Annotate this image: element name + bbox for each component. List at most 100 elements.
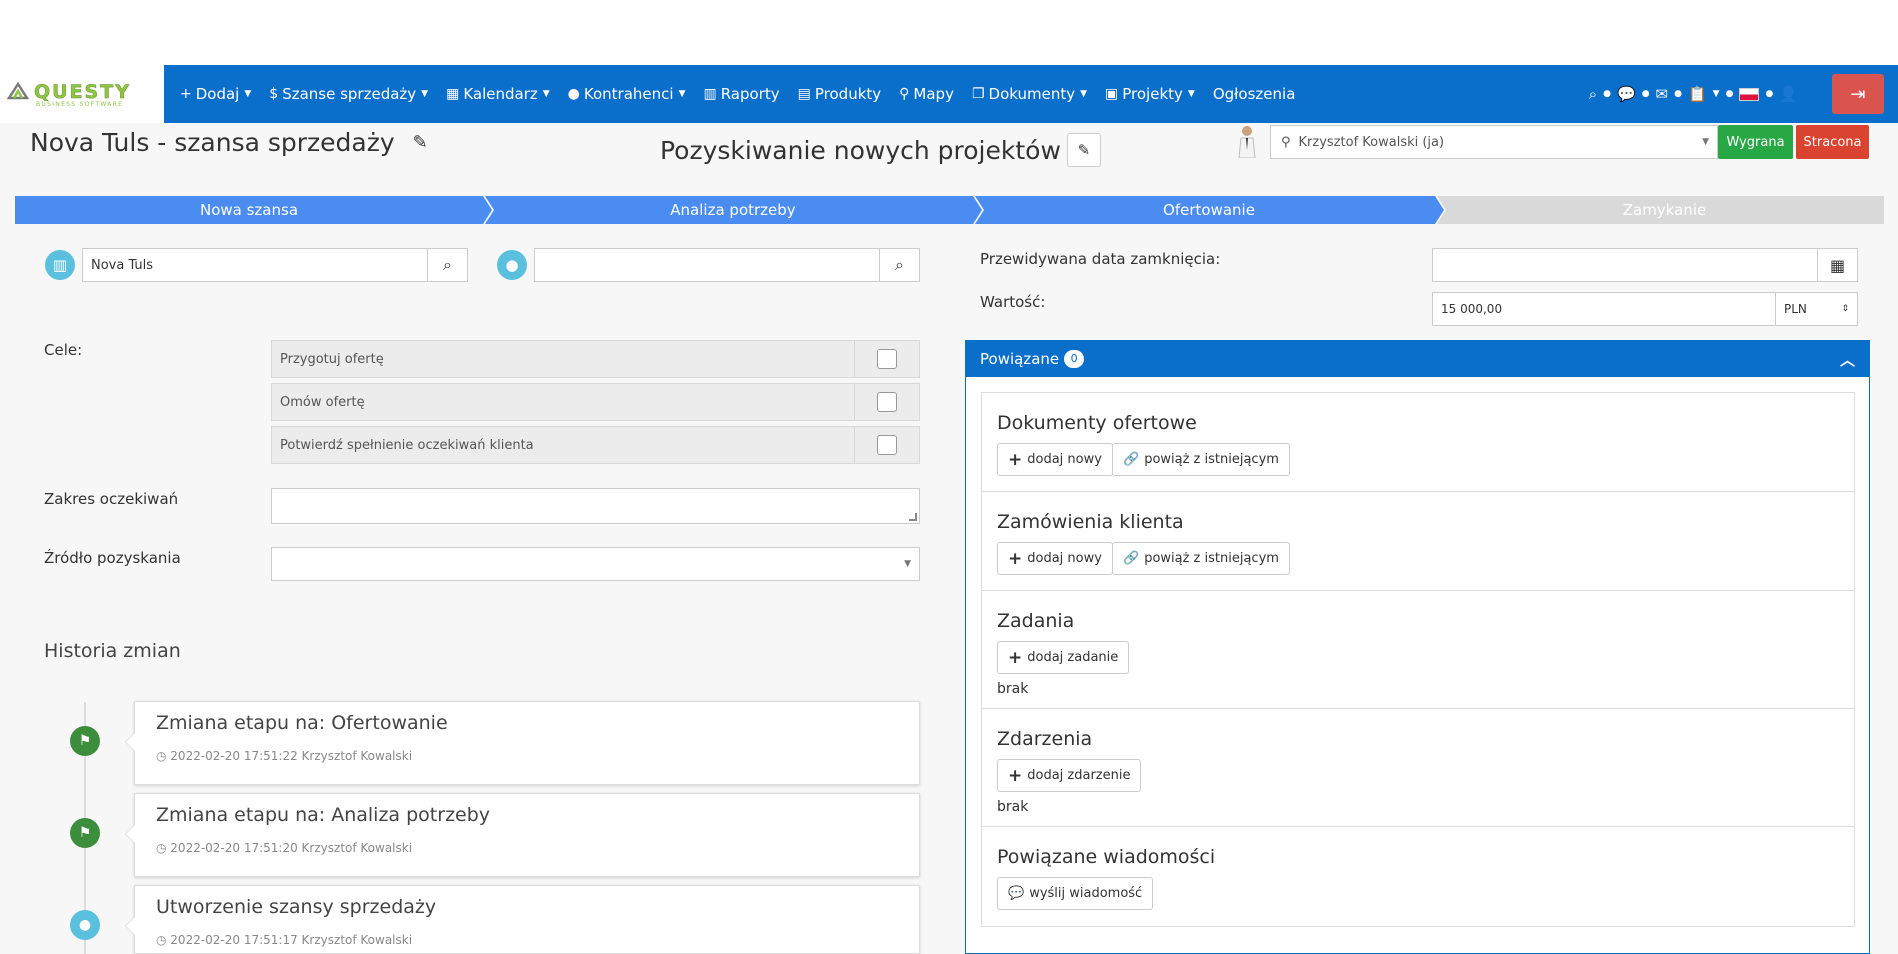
caret-down-icon[interactable]: ▼ [1713, 89, 1720, 99]
nav-item-label: Dodaj [195, 85, 240, 103]
plus-icon: + [1008, 548, 1023, 569]
nav-item-label: Kontrahenci [583, 85, 674, 103]
lost-button[interactable]: Stracona [1796, 125, 1869, 159]
owner-avatar [1238, 126, 1256, 158]
add-new-button[interactable]: + dodaj nowy [997, 443, 1113, 476]
goal-row: Przygotuj ofertę [271, 340, 920, 378]
related-section-customer-orders: Zamówienia klienta + dodaj nowy 🔗 powiąż z… [982, 492, 1854, 591]
value-group: 15 000,00 PLN ⇕ [1432, 292, 1858, 326]
edit-process-button[interactable]: ✎ [1066, 133, 1101, 167]
logo[interactable]: QUESTY BUSINESS SOFTWARE [0, 65, 164, 123]
logo-subtitle: BUSINESS SOFTWARE [36, 101, 124, 108]
goal-label: Potwierdź spełnienie oczekiwań klienta [280, 437, 534, 453]
add-task-button[interactable]: + dodaj zadanie [997, 641, 1130, 674]
stage-zamykanie[interactable]: Zamykanie [1445, 196, 1884, 224]
nav-item-dodaj[interactable]: + Dodaj ▼ [180, 85, 251, 103]
stage-progress: Nowa szansa Analiza potrzeby Ofertowanie… [15, 196, 1884, 224]
nav-item-dokumenty[interactable]: ❐ Dokumenty ▼ [972, 85, 1087, 103]
chevron-up-icon[interactable]: ︿ [1840, 349, 1855, 370]
goal-checkbox-wrap [854, 384, 919, 420]
logout-button[interactable]: ⇥ [1832, 74, 1884, 114]
goal-label: Omów ofertę [280, 394, 365, 410]
process-title-wrap: Pozyskiwanie nowych projektów ✎ [660, 133, 1101, 167]
add-event-button[interactable]: + dodaj zdarzenie [997, 759, 1142, 792]
goal-checkbox[interactable] [877, 392, 897, 412]
user-profile-icon[interactable]: 👤 [1779, 85, 1798, 103]
scope-label: Zakres oczekiwań [44, 490, 179, 508]
contact-input[interactable] [534, 248, 880, 282]
calendar-button[interactable]: ▦ [1818, 248, 1858, 282]
goal-checkbox-wrap [854, 341, 919, 377]
envelope-icon[interactable]: ✉ [1656, 85, 1669, 103]
related-panel-header[interactable]: Powiązane 0 ︿ [966, 341, 1869, 377]
goal-checkbox[interactable] [877, 349, 897, 369]
logo-text: QUESTY [34, 81, 131, 104]
history-entry: Zmiana etapu na: Analiza potrzeby ◷ 2022… [125, 793, 920, 877]
comments-icon: 💬 [1008, 886, 1025, 901]
clipboard-icon[interactable]: 📋 [1688, 85, 1707, 103]
related-panel: Powiązane 0 ︿ Dokumenty ofertowe + dodaj … [965, 340, 1870, 954]
contact-search-button[interactable]: ⌕ [880, 248, 920, 282]
button-label: powiąż z istniejącym [1144, 551, 1279, 566]
clock-icon: ◷ [156, 933, 171, 947]
section-title: Powiązane wiadomości [997, 846, 1216, 868]
top-blank-band [0, 0, 1898, 65]
close-date-input[interactable] [1432, 248, 1818, 282]
pencil-icon[interactable]: ✎ [413, 132, 428, 153]
search-icon[interactable]: ⌕ [1589, 85, 1597, 103]
nav-item-szanse-sprzeda-y[interactable]: $ Szanse sprzedaży ▼ [269, 85, 428, 103]
resize-handle-icon[interactable] [909, 513, 917, 521]
plus-icon: + [180, 86, 192, 102]
bar-chart-icon: ▥ [703, 86, 717, 102]
link-existing-button[interactable]: 🔗 powiąż z istniejącym [1112, 542, 1290, 575]
currency-value: PLN [1784, 302, 1807, 316]
related-sections: Dokumenty ofertowe + dodaj nowy 🔗 powiąż z… [981, 392, 1855, 927]
plus-icon: + [1008, 449, 1023, 470]
source-label: Źródło pozyskania [44, 549, 181, 567]
nav-item-kalendarz[interactable]: ▦ Kalendarz ▼ [446, 85, 550, 103]
polish-flag-icon[interactable] [1739, 87, 1760, 101]
company-input[interactable]: Nova Tuls [82, 248, 428, 282]
map-marker-icon: ⚲ [899, 86, 910, 102]
link-existing-button[interactable]: 🔗 powiąż z istniejącym [1112, 443, 1290, 476]
related-section-messages: Powiązane wiadomości 💬 wyślij wiadomość [982, 827, 1854, 926]
stage-analiza-potrzeby[interactable]: Analiza potrzeby [493, 196, 973, 224]
history-entry: Utworzenie szansy sprzedaży ◷ 2022-02-20… [125, 885, 920, 954]
clock-icon: ◷ [156, 841, 171, 855]
nav-item-kontrahenci[interactable]: ● Kontrahenci ▼ [568, 85, 686, 103]
nav-item-projekty[interactable]: ▣ Projekty ▼ [1105, 85, 1195, 103]
dot-separator: ● [1603, 89, 1611, 99]
goal-checkbox-wrap [854, 427, 919, 463]
nav-item-mapy[interactable]: ⚲ Mapy [899, 85, 954, 103]
send-message-button[interactable]: 💬 wyślij wiadomość [997, 877, 1154, 910]
nav-item-raporty[interactable]: ▥ Raporty [703, 85, 779, 103]
section-title: Dokumenty ofertowe [997, 412, 1197, 434]
value-input[interactable]: 15 000,00 [1432, 292, 1776, 326]
plus-icon: + [1008, 765, 1023, 786]
flag-icon: ⚑ [70, 726, 100, 756]
company-search-button[interactable]: ⌕ [428, 248, 468, 282]
owner-select[interactable]: ⚲ Krzysztof Kowalski (ja) ▼ [1270, 125, 1718, 159]
add-new-button[interactable]: + dodaj nowy [997, 542, 1113, 575]
history-entry-title: Zmiana etapu na: Analiza potrzeby [156, 804, 491, 826]
stage-ofertowanie[interactable]: Ofertowanie [983, 196, 1435, 224]
goal-checkbox[interactable] [877, 435, 897, 455]
nav-item-og-oszenia[interactable]: Ogłoszenia [1213, 85, 1296, 103]
nav-menu: + Dodaj ▼ $ Szanse sprzedaży ▼ ▦ Kalendarz ▼ ● Kon… [180, 65, 1313, 123]
won-button[interactable]: Wygrana [1718, 125, 1793, 159]
source-select[interactable]: ▼ [271, 547, 920, 581]
empty-text: brak [997, 799, 1029, 815]
logo-mark-icon [6, 81, 30, 100]
plus-icon: + [1008, 647, 1023, 668]
nav-item-produkty[interactable]: ▤ Produkty [798, 85, 882, 103]
button-label: wyślij wiadomość [1029, 886, 1143, 901]
currency-select[interactable]: PLN ⇕ [1776, 292, 1858, 326]
dollar-icon: $ [269, 86, 279, 102]
pencil-icon: ✎ [1077, 141, 1091, 159]
chat-icon[interactable]: 💬 [1617, 85, 1636, 103]
nav-item-label: Raporty [720, 85, 780, 103]
empty-text: brak [997, 681, 1029, 697]
caret-down-icon: ▼ [421, 89, 429, 99]
stage-nowa-szansa[interactable]: Nowa szansa [15, 196, 483, 224]
scope-textarea[interactable] [271, 488, 920, 524]
